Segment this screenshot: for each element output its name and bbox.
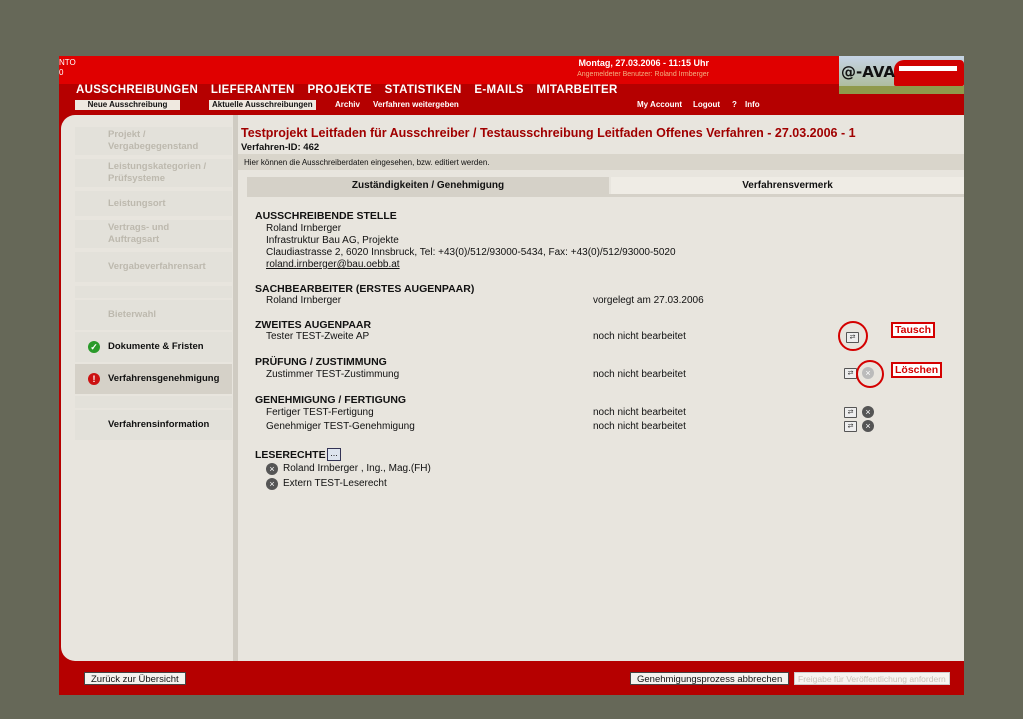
sidebar-item-label: Leistungskategorien / Prüfsysteme — [108, 161, 207, 184]
check-icon: ✓ — [88, 341, 100, 353]
stelle-address: Claudiastrasse 2, 6020 Innsbruck, Tel: +… — [266, 247, 676, 258]
section-title-genehmigung: GENEHMIGUNG / FERTIGUNG — [255, 394, 407, 406]
tab-verfahrensvermerk[interactable]: Verfahrensvermerk — [611, 177, 964, 194]
section-title-pruefung: PRÜFUNG / ZUSTIMMUNG — [255, 356, 387, 368]
sidebar-item-label: Vergabeverfahrensart — [108, 261, 206, 272]
sidebar-item-label: Verfahrensinformation — [108, 419, 210, 430]
zweites-name: Tester TEST-Zweite AP — [266, 331, 370, 342]
nav-statistiken[interactable]: STATISTIKEN — [385, 84, 462, 96]
sidebar-item-vergabeverfahrensart[interactable]: Vergabeverfahrensart — [75, 252, 232, 282]
sidebar-item-label: Bieterwahl — [108, 309, 157, 320]
sidebar-spacer — [75, 396, 232, 408]
alert-icon: ! — [88, 373, 100, 385]
new-tender-link[interactable]: Neue Ausschreibung — [75, 100, 180, 110]
stelle-org: Infrastruktur Bau AG, Projekte — [266, 235, 399, 246]
genehmiger-status: noch nicht bearbeitet — [593, 421, 686, 432]
app-window: NTO 0 Montag, 27.03.2006 - 11:15 Uhr Ang… — [59, 56, 964, 695]
swap-icon[interactable]: ⇄ — [844, 421, 857, 432]
train-stripe — [899, 66, 957, 71]
highlight-circle — [838, 321, 868, 351]
request-release-button[interactable]: Freigabe für Veröffentlichung anfordern — [794, 672, 950, 685]
header-code-line-2: 0 — [59, 68, 64, 77]
info-link[interactable]: Info — [742, 100, 763, 110]
fertiger-status: noch nicht bearbeitet — [593, 407, 686, 418]
annotation-loeschen: Löschen — [891, 362, 943, 378]
sidebar-item-label: Vertrags- und Auftragsart — [108, 222, 170, 245]
delete-icon[interactable]: × — [862, 406, 874, 418]
annotation-tausch: Tausch — [891, 322, 935, 338]
help-link[interactable]: ? — [729, 100, 740, 110]
delete-icon[interactable]: × — [862, 420, 874, 432]
zweites-status: noch nicht bearbeitet — [593, 331, 686, 342]
header-bar: NTO 0 Montag, 27.03.2006 - 11:15 Uhr Ang… — [59, 56, 839, 84]
archive-link[interactable]: Archiv — [332, 100, 363, 110]
delete-icon[interactable]: × — [266, 463, 278, 475]
header-date: Montag, 27.03.2006 - 11:15 Uhr — [578, 58, 709, 68]
sidebar-spacer — [75, 286, 232, 298]
sub-nav: Neue Ausschreibung Aktuelle Ausschreibun… — [59, 98, 964, 112]
main-content: Testprojekt Leitfaden für Ausschreiber /… — [238, 115, 964, 661]
pruefung-status: noch nicht bearbeitet — [593, 369, 686, 380]
sidebar-item-leistungsort[interactable]: Leistungsort — [75, 191, 232, 216]
current-tenders-link[interactable]: Aktuelle Ausschreibungen — [209, 100, 316, 110]
add-read-permission-button[interactable]: ... — [327, 448, 341, 461]
pruefung-name: Zustimmer TEST-Zustimmung — [266, 369, 400, 380]
sidebar-item-vertragsart[interactable]: Vertrags- und Auftragsart — [75, 220, 232, 248]
sidebar-item-leistungskategorien[interactable]: Leistungskategorien / Prüfsysteme — [75, 159, 232, 187]
sidebar-item-verfahrensinformation[interactable]: Verfahrensinformation — [75, 410, 232, 440]
nav-projekte[interactable]: PROJEKTE — [307, 84, 371, 96]
nav-ausschreibungen[interactable]: AUSSCHREIBUNGEN — [76, 84, 198, 96]
nav-emails[interactable]: E-MAILS — [474, 84, 523, 96]
my-account-link[interactable]: My Account — [634, 100, 685, 110]
header-code: NTO 0 — [59, 58, 76, 78]
hint-bar: Hier können die Ausschreiberdaten einges… — [238, 154, 964, 170]
forward-procedure-link[interactable]: Verfahren weitergeben — [370, 100, 462, 110]
nav-mitarbeiter[interactable]: MITARBEITER — [537, 84, 618, 96]
main-nav: AUSSCHREIBUNGEN LIEFERANTEN PROJEKTE STA… — [76, 84, 628, 98]
sidebar-item-bieterwahl[interactable]: Bieterwahl — [75, 300, 232, 330]
abort-approval-button[interactable]: Genehmigungsprozess abbrechen — [630, 672, 790, 685]
tab-zustaendigkeiten[interactable]: Zuständigkeiten / Genehmigung — [247, 177, 609, 194]
tab-bar: Zuständigkeiten / Genehmigung Verfahrens… — [238, 170, 964, 198]
nav-lieferanten[interactable]: LIEFERANTEN — [211, 84, 295, 96]
section-title-stelle: AUSSCHREIBENDE STELLE — [255, 210, 397, 222]
section-title-leserechte: LESERECHTE — [255, 449, 326, 461]
header-code-line-1: NTO — [59, 58, 76, 67]
leserecht-item: Extern TEST-Leserecht — [283, 478, 387, 489]
sachbearbeiter-name: Roland Irnberger — [266, 295, 342, 306]
leserecht-item: Roland Irnberger , Ing., Mag.(FH) — [283, 463, 431, 474]
train-image — [894, 60, 964, 86]
logo-ground — [839, 86, 964, 94]
tab-underline — [247, 194, 964, 197]
back-to-overview-button[interactable]: Zurück zur Übersicht — [84, 672, 186, 685]
header-user: Angemeldeter Benutzer: Roland Irmberger — [577, 71, 709, 78]
swap-icon[interactable]: ⇄ — [844, 407, 857, 418]
section-title-zweites-augenpaar: ZWEITES AUGENPAAR — [255, 319, 372, 331]
genehmiger-name: Genehmiger TEST-Genehmigung — [266, 421, 415, 432]
ava-logo: @-AVA — [839, 56, 964, 94]
sidebar-item-label: Projekt / Vergabegegenstand — [108, 129, 199, 152]
sidebar-item-label: Verfahrensgenehmigung — [108, 373, 220, 384]
sidebar: Projekt / Vergabegegenstand Leistungskat… — [61, 115, 233, 661]
sidebar-item-dokumente[interactable]: ✓ Dokumente & Fristen — [75, 332, 232, 362]
page-title: Testprojekt Leitfaden für Ausschreiber /… — [241, 126, 856, 140]
procedure-id: Verfahren-ID: 462 — [241, 142, 320, 153]
hint-text: Hier können die Ausschreiberdaten einges… — [244, 158, 490, 167]
sidebar-item-label: Dokumente & Fristen — [108, 341, 204, 352]
content-panel: Projekt / Vergabegegenstand Leistungskat… — [61, 115, 964, 661]
section-title-sachbearbeiter: SACHBEARBEITER (ERSTES AUGENPAAR) — [255, 283, 475, 295]
logout-link[interactable]: Logout — [690, 100, 723, 110]
sidebar-item-projekt[interactable]: Projekt / Vergabegegenstand — [75, 127, 232, 155]
fertiger-name: Fertiger TEST-Fertigung — [266, 407, 374, 418]
sidebar-item-label: Leistungsort — [108, 197, 166, 209]
sachbearbeiter-status: vorgelegt am 27.03.2006 — [593, 295, 704, 306]
highlight-circle — [856, 360, 884, 388]
stelle-name: Roland Irnberger — [266, 223, 342, 234]
logo-text: @-AVA — [841, 63, 896, 81]
stelle-email-link[interactable]: roland.irnberger@bau.oebb.at — [266, 259, 400, 270]
sidebar-item-verfahrensgenehmigung[interactable]: ! Verfahrensgenehmigung — [75, 364, 232, 394]
delete-icon[interactable]: × — [266, 478, 278, 490]
